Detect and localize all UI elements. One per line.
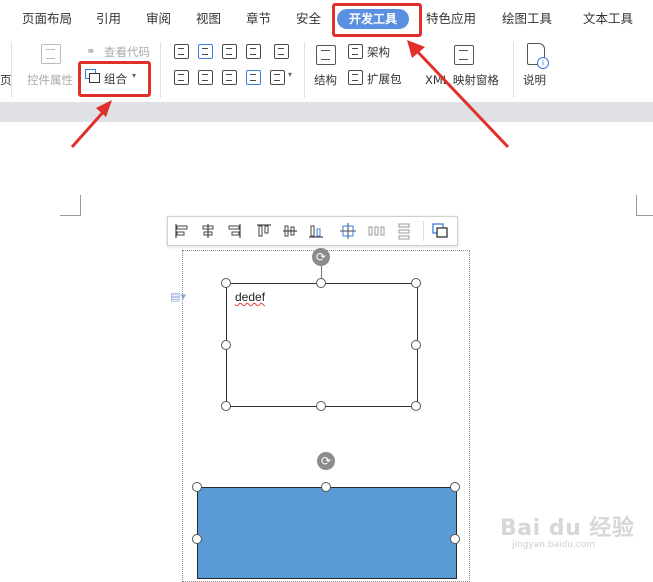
textbox-text[interactable]: dedef [235,290,265,304]
resize-handle[interactable] [411,401,421,411]
developer-tab-highlight [332,3,422,37]
help-button[interactable]: 说明 [523,72,546,88]
resize-handle[interactable] [221,340,231,350]
rectangle-shape[interactable] [197,487,457,579]
schema-button[interactable]: 架构 [367,44,390,60]
tab-references[interactable]: 引用 [96,0,121,38]
group-button-highlight [78,61,151,97]
xml-map-pane-button[interactable]: XML 映射窗格 [425,72,499,88]
plain-text-control-icon[interactable] [174,44,189,59]
rich-text-control-icon[interactable] [198,44,213,59]
tab-text-tools[interactable]: 文本工具 [583,0,633,38]
ribbon-separator [160,42,161,98]
checkbox-control-icon[interactable] [274,44,289,59]
ribbon-tab-bar: 页面布局 引用 审阅 视图 章节 安全 开发工具 特色应用 绘图工具 文本工具 [0,0,653,38]
ribbon-developer: 页 控件属性 ⚭ 查看代码 组合 ▾ ▾ 结构 架构 扩展包 XML 映射窗格 … [0,38,653,102]
tab-special-apps[interactable]: 特色应用 [426,0,476,38]
dropdown-list-control-icon[interactable] [198,70,213,85]
distribute-horizontal-icon[interactable] [366,221,386,241]
shape-align-toolbar [167,216,458,246]
page-margin-corner [60,195,81,216]
ribbon-separator [513,42,514,98]
tab-review[interactable]: 审阅 [146,0,171,38]
align-right-icon[interactable] [224,221,244,241]
xml-map-pane-icon [454,45,474,65]
structure-button[interactable]: 结构 [314,72,337,88]
tab-page-layout[interactable]: 页面布局 [22,0,72,38]
structure-icon [316,45,336,65]
combo-box-control-icon[interactable] [174,70,189,85]
resize-handle[interactable] [316,401,326,411]
legacy-tools-chevron-icon[interactable]: ▾ [288,70,292,79]
expansion-pack-button[interactable]: 扩展包 [367,71,402,87]
rotate-handle-icon[interactable]: ⟳ [312,248,330,266]
rotate-handle-icon[interactable]: ⟳ [317,452,335,470]
expansion-pack-icon [348,70,363,85]
resize-handle[interactable] [450,482,460,492]
resize-handle[interactable] [411,278,421,288]
ruler-strip [0,102,653,122]
view-code-button[interactable]: 查看代码 [104,44,150,60]
toolbar-separator [423,221,424,241]
align-left-icon[interactable] [172,221,192,241]
layout-options-icon[interactable]: ▤▾ [170,290,186,303]
legacy-tools-icon[interactable] [270,70,285,85]
control-properties-button[interactable]: 控件属性 [27,72,73,88]
magnifier-icon: ⚭ [86,44,96,58]
date-picker-control-icon[interactable] [222,70,237,85]
resize-handle[interactable] [192,534,202,544]
tab-security[interactable]: 安全 [296,0,321,38]
repeating-section-control-icon[interactable] [246,70,261,85]
resize-handle[interactable] [221,278,231,288]
help-document-icon: i [527,43,549,69]
control-properties-icon [41,44,61,64]
resize-handle[interactable] [192,482,202,492]
resize-handle[interactable] [450,534,460,544]
watermark-url: jingyan.baidu.com [512,540,596,550]
resize-handle[interactable] [221,401,231,411]
picture-control-icon[interactable] [222,44,237,59]
align-bottom-icon[interactable] [306,221,326,241]
resize-handle[interactable] [316,278,326,288]
page-margin-corner [636,195,653,216]
resize-handle[interactable] [321,482,331,492]
ribbon-separator [11,42,12,98]
align-top-icon[interactable] [254,221,274,241]
resize-handle[interactable] [411,340,421,350]
baidu-watermark-logo: Bai du 经验 [500,516,635,541]
schema-icon [348,44,363,59]
distribute-vertical-icon[interactable] [394,221,414,241]
group-shapes-icon[interactable] [430,221,450,241]
align-center-both-icon[interactable] [338,221,358,241]
align-middle-icon[interactable] [280,221,300,241]
ribbon-separator [304,42,305,98]
align-center-icon[interactable] [198,221,218,241]
ribbon-edge-label: 页 [0,73,12,87]
tab-view[interactable]: 视图 [196,0,221,38]
tab-section[interactable]: 章节 [246,0,271,38]
building-block-control-icon[interactable] [246,44,261,59]
tab-drawing-tools[interactable]: 绘图工具 [502,0,552,38]
